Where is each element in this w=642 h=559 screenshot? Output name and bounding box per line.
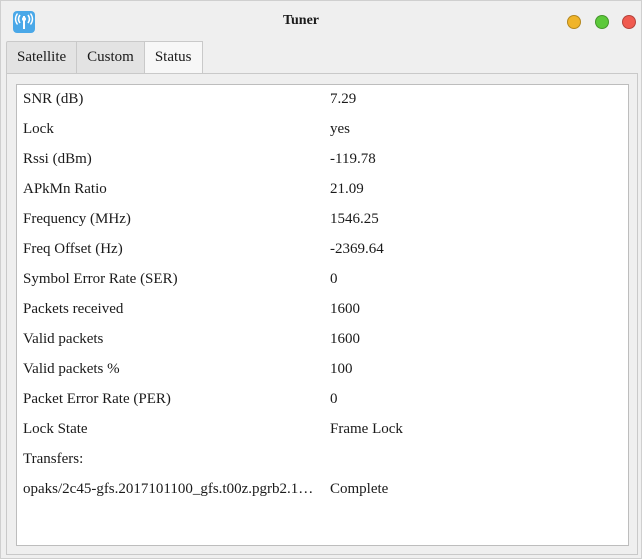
minimize-button[interactable] [567,15,581,29]
status-value: -2369.64 [330,241,384,257]
status-value: 0 [330,391,338,407]
status-key: Valid packets [23,331,104,347]
status-value: yes [330,121,350,137]
title-bar[interactable]: Tuner [1,1,641,41]
status-key: Packet Error Rate (PER) [23,391,171,407]
status-key: Valid packets % [23,361,120,377]
list-item: Packets received 1600 [17,295,628,325]
status-key: APkMn Ratio [23,181,107,197]
list-item: Packet Error Rate (PER) 0 [17,385,628,415]
tab-bar: Satellite Custom Status [6,41,203,73]
status-value: 7.29 [330,91,357,107]
tab-satellite[interactable]: Satellite [6,41,78,73]
maximize-button[interactable] [595,15,609,29]
tuner-window: Tuner Satellite Custom Status SNR (dB) 7… [0,0,642,559]
status-value: 0 [330,271,338,287]
list-item: Valid packets 1600 [17,325,628,355]
tab-status[interactable]: Status [143,41,203,73]
list-item: Symbol Error Rate (SER) 0 [17,265,628,295]
transfer-status: Complete [330,481,389,497]
list-item: Transfers: [17,445,628,475]
list-item: Freq Offset (Hz) -2369.64 [17,235,628,265]
list-item: Lock yes [17,115,628,145]
status-key: Rssi (dBm) [23,151,92,167]
status-key: SNR (dB) [23,91,84,107]
status-key: Symbol Error Rate (SER) [23,271,178,287]
transfer-filename: opaks/2c45-gfs.2017101100_gfs.t00z.pgrb2… [23,481,314,497]
tab-custom[interactable]: Custom [76,41,145,73]
status-value: -119.78 [330,151,376,167]
status-key: Packets received [23,301,124,317]
list-item: Lock State Frame Lock [17,415,628,445]
list-item: APkMn Ratio 21.09 [17,175,628,205]
list-item: opaks/2c45-gfs.2017101100_gfs.t00z.pgrb2… [17,475,628,505]
list-item: Valid packets % 100 [17,355,628,385]
status-key: Freq Offset (Hz) [23,241,123,257]
status-list[interactable]: SNR (dB) 7.29 Lock yes Rssi (dBm) -119.7… [16,84,629,546]
status-value: 1600 [330,331,360,347]
list-item: Rssi (dBm) -119.78 [17,145,628,175]
list-item: Frequency (MHz) 1546.25 [17,205,628,235]
status-value: Frame Lock [330,421,403,437]
status-value: 100 [330,361,353,377]
status-key: Frequency (MHz) [23,211,131,227]
status-value: 1600 [330,301,360,317]
status-panel: SNR (dB) 7.29 Lock yes Rssi (dBm) -119.7… [6,73,638,555]
window-title: Tuner [282,13,320,28]
close-button[interactable] [622,15,636,29]
list-item: SNR (dB) 7.29 [17,85,628,115]
status-key: Lock [23,121,54,137]
status-value: 21.09 [330,181,364,197]
status-value: 1546.25 [330,211,379,227]
status-key: Transfers: [23,451,84,467]
status-key: Lock State [23,421,88,437]
